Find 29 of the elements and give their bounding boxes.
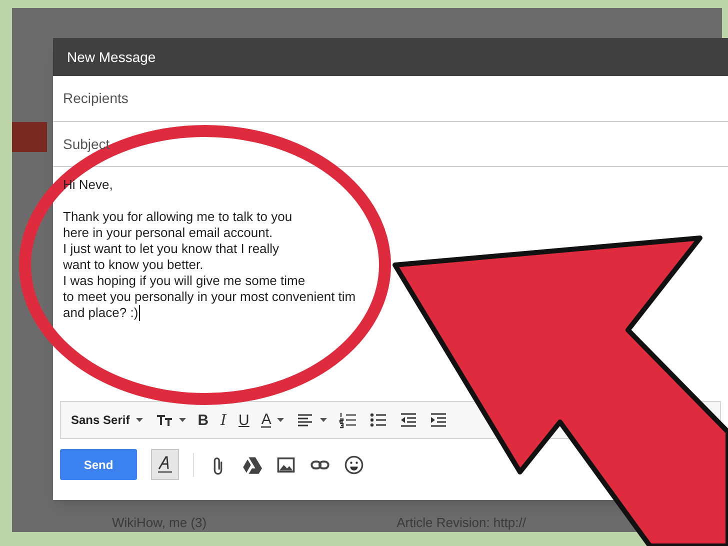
message-line: I was hoping if you will give me some time [63,273,306,289]
message-line: Thank you for allowing me to talk to you [63,209,292,225]
text-format-icon [158,456,172,474]
underline-icon[interactable]: U [238,412,250,428]
caret-icon[interactable] [277,418,284,422]
smiley-icon[interactable] [344,454,364,474]
outdent-icon[interactable] [399,411,418,429]
font-dropdown[interactable]: Sans Serif [71,411,130,429]
caret-icon[interactable] [178,418,186,422]
message-line: I just want to let you know that I really [63,241,280,257]
message-line: want to know you better. [63,257,204,273]
subject-field[interactable]: Subject [63,134,110,154]
numbered-list-icon[interactable] [339,411,358,429]
bulleted-list-icon[interactable] [369,411,388,429]
italic-icon[interactable]: I [220,412,226,428]
message-line: and place? :) [63,305,140,321]
image-icon[interactable] [276,454,296,474]
bold-icon[interactable]: B [198,412,209,428]
recipients-field[interactable]: Recipients [63,88,128,109]
caret-icon[interactable] [136,418,143,422]
send-button[interactable]: Send [60,449,137,480]
message-line: to meet you personally in your most convenient tim [63,289,356,305]
caret-icon[interactable] [320,418,328,422]
formatting-toggle[interactable] [151,449,179,480]
message-line: here in your personal email account. [63,225,273,241]
window-title: New Message [67,48,156,67]
triangle-icon[interactable] [242,454,262,474]
indent-icon[interactable] [429,411,448,429]
align-left-icon[interactable] [296,411,314,429]
